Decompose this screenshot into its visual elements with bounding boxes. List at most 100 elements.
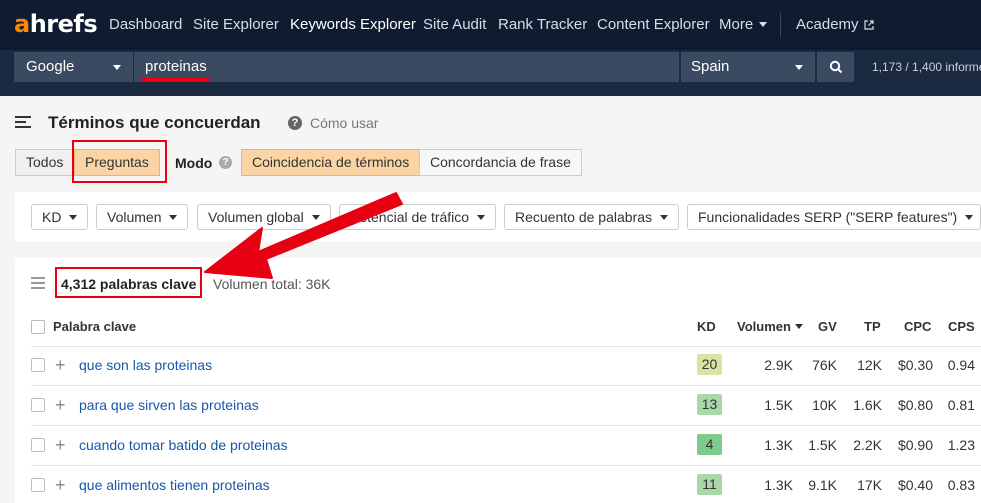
col-gv[interactable]: GV [818, 319, 837, 334]
keyword-count: 4,312 palabras clave [61, 276, 197, 292]
col-cps[interactable]: CPS [948, 319, 975, 334]
cps-value: 0.83 [947, 477, 975, 493]
report-credits: 1,173 / 1,400 informe [872, 60, 981, 74]
sort-desc-icon [794, 324, 803, 330]
nav-more-label: More [719, 16, 754, 33]
country-value: Spain [691, 58, 730, 75]
add-to-list-icon[interactable]: + [55, 356, 66, 374]
kd-badge: 4 [697, 434, 722, 455]
tp-value: 12K [857, 357, 882, 373]
cpc-value: $0.90 [897, 437, 933, 453]
tab-all[interactable]: Todos [15, 149, 75, 176]
nav-divider [780, 13, 781, 37]
ahrefs-logo[interactable]: ahrefs [14, 10, 98, 38]
volume-value: 1.5K [764, 397, 793, 413]
filter-traffic-potential[interactable]: Potencial de tráfico [339, 204, 497, 230]
chevron-down-icon [759, 21, 768, 27]
search-button[interactable] [816, 52, 854, 82]
help-icon[interactable]: ? [219, 156, 232, 169]
keyword-search-input[interactable]: proteinas [133, 52, 679, 82]
annotation-underline [142, 78, 210, 81]
cpc-value: $0.30 [897, 357, 933, 373]
how-to-use-link[interactable]: Cómo usar [310, 115, 378, 131]
tp-value: 2.2K [853, 437, 882, 453]
chevron-down-icon [660, 214, 668, 220]
help-icon[interactable]: ? [288, 116, 302, 130]
col-tp[interactable]: TP [864, 319, 881, 334]
filter-global-volume[interactable]: Volumen global [197, 204, 331, 230]
tp-value: 1.6K [853, 397, 882, 413]
col-keyword[interactable]: Palabra clave [53, 319, 136, 334]
nav-dashboard[interactable]: Dashboard [109, 15, 182, 35]
volume-value: 1.3K [764, 437, 793, 453]
filter-word-count[interactable]: Recuento de palabras [504, 204, 679, 230]
nav-content-explorer[interactable]: Content Explorer [597, 15, 710, 35]
kd-badge: 13 [697, 394, 722, 415]
table-divider [31, 346, 981, 347]
mode-term-match[interactable]: Coincidencia de términos [241, 149, 421, 176]
country-select[interactable]: Spain [680, 52, 815, 82]
page-title: Términos que concuerdan [48, 113, 261, 132]
search-engine-value: Google [26, 58, 75, 75]
chevron-down-icon [795, 65, 803, 70]
nav-academy[interactable]: Academy [796, 15, 874, 35]
col-kd[interactable]: KD [697, 319, 716, 334]
total-volume: Volumen total: 36K [213, 276, 331, 292]
table-divider [31, 385, 981, 386]
keyword-link[interactable]: que alimentos tienen proteinas [79, 477, 270, 493]
select-all-checkbox[interactable] [31, 320, 45, 334]
keyword-link[interactable]: para que sirven las proteinas [79, 397, 259, 413]
col-volume[interactable]: Volumen [737, 319, 803, 334]
row-checkbox[interactable] [31, 478, 45, 492]
nav-rank-tracker[interactable]: Rank Tracker [498, 15, 587, 35]
results-panel [15, 258, 981, 503]
row-checkbox[interactable] [31, 358, 45, 372]
row-checkbox[interactable] [31, 438, 45, 452]
chevron-down-icon [477, 214, 486, 220]
gv-value: 10K [812, 397, 837, 413]
cps-value: 0.81 [947, 397, 975, 413]
nav-more[interactable]: More [719, 15, 768, 35]
search-icon [829, 60, 842, 74]
nav-keywords-explorer[interactable]: Keywords Explorer [290, 15, 416, 35]
chevron-down-icon [965, 214, 974, 220]
chevron-down-icon [169, 214, 178, 220]
keyword-link[interactable]: cuando tomar batido de proteinas [79, 437, 288, 453]
menu-icon[interactable] [15, 116, 31, 130]
table-divider [31, 425, 981, 426]
volume-value: 2.9K [764, 357, 793, 373]
filter-serp-features[interactable]: Funcionalidades SERP ("SERP features") [687, 204, 981, 230]
tp-value: 17K [857, 477, 882, 493]
cpc-value: $0.40 [897, 477, 933, 493]
nav-site-audit[interactable]: Site Audit [423, 15, 486, 35]
kd-badge: 20 [697, 354, 722, 375]
table-divider [31, 465, 981, 466]
tab-questions[interactable]: Preguntas [74, 149, 160, 176]
add-to-list-icon[interactable]: + [55, 396, 66, 414]
gv-value: 1.5K [808, 437, 837, 453]
gv-value: 9.1K [808, 477, 837, 493]
volume-value: 1.3K [764, 477, 793, 493]
nav-academy-label: Academy [796, 16, 859, 33]
columns-menu-icon[interactable] [31, 277, 45, 292]
kd-badge: 11 [697, 474, 722, 495]
cps-value: 1.23 [947, 437, 975, 453]
search-engine-select[interactable]: Google [14, 52, 133, 82]
mode-label: Modo [175, 155, 213, 171]
chevron-down-icon [69, 214, 78, 220]
top-navigation: ahrefs Dashboard Site Explorer Keywords … [0, 0, 981, 50]
filter-kd[interactable]: KD [31, 204, 89, 230]
mode-phrase-match[interactable]: Concordancia de frase [419, 149, 582, 176]
filter-volume[interactable]: Volumen [96, 204, 189, 230]
col-cpc[interactable]: CPC [904, 319, 931, 334]
keyword-link[interactable]: que son las proteinas [79, 357, 212, 373]
external-link-icon [863, 20, 874, 30]
add-to-list-icon[interactable]: + [55, 476, 66, 494]
cps-value: 0.94 [947, 357, 975, 373]
chevron-down-icon [113, 65, 121, 70]
row-checkbox[interactable] [31, 398, 45, 412]
add-to-list-icon[interactable]: + [55, 436, 66, 454]
nav-site-explorer[interactable]: Site Explorer [193, 15, 279, 35]
gv-value: 76K [812, 357, 837, 373]
cpc-value: $0.80 [897, 397, 933, 413]
